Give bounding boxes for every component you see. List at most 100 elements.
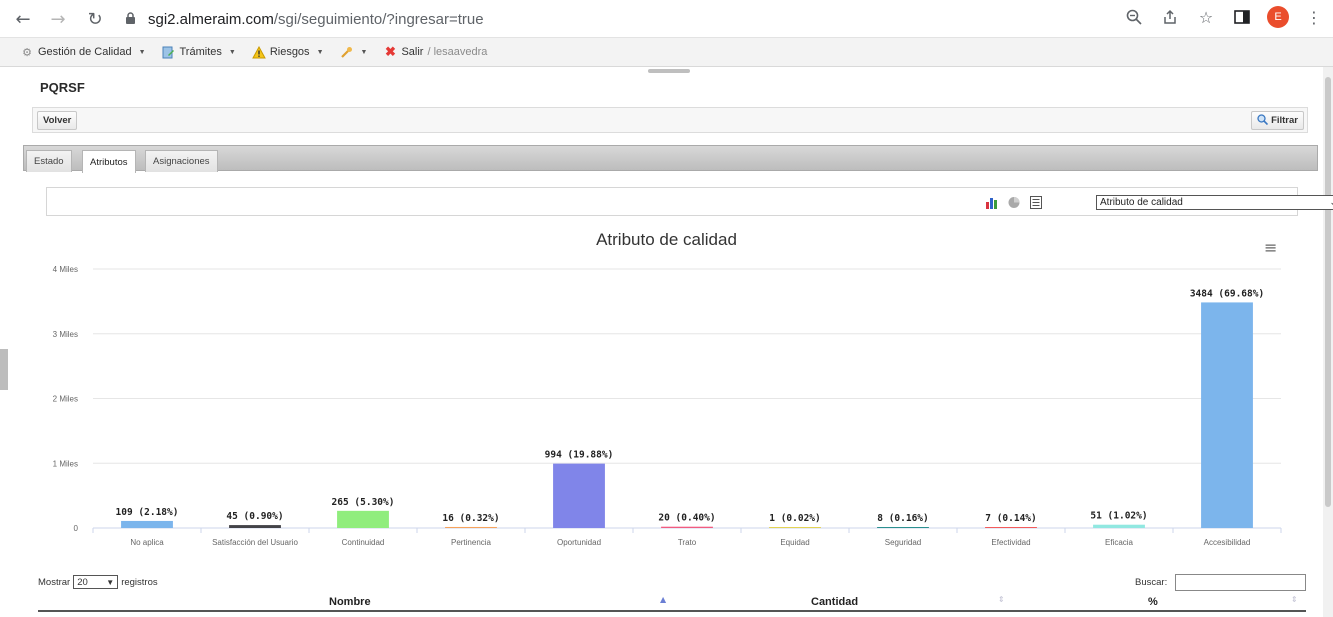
url-host: sgi2.almeraim.com <box>148 10 274 28</box>
column-percent[interactable]: % <box>1148 596 1158 608</box>
lock-icon <box>125 12 139 26</box>
data-label: 8 (0.16%) <box>877 513 928 524</box>
chevron-down-icon: ▼ <box>106 577 115 587</box>
menu-label: Salir <box>401 46 424 58</box>
sort-asc-icon[interactable]: ▲ <box>660 595 666 604</box>
wrench-icon <box>340 45 354 59</box>
x-tick-label: Trato <box>678 538 697 547</box>
filter-button[interactable]: Filtrar <box>1251 111 1304 130</box>
data-label: 3484 (69.68%) <box>1190 288 1264 299</box>
page-length-select[interactable]: 20 ▼ <box>73 575 119 589</box>
x-tick-label: Pertinencia <box>451 538 492 547</box>
data-label: 109 (2.18%) <box>116 507 179 518</box>
page-toolbar: Volver Filtrar <box>32 107 1308 133</box>
page-length-value: 20 <box>77 576 88 588</box>
bar[interactable] <box>877 527 929 528</box>
bar[interactable] <box>1201 302 1253 528</box>
back-button[interactable]: Volver <box>37 111 78 130</box>
menu-gestion-calidad[interactable]: ⚙ Gestión de Calidad ▼ <box>20 45 146 59</box>
x-tick-label: Equidad <box>780 538 809 547</box>
search-icon <box>1257 113 1269 128</box>
data-label: 45 (0.90%) <box>226 511 283 522</box>
menu-tramites[interactable]: Trámites ▼ <box>162 45 236 59</box>
y-tick-label: 0 <box>74 524 79 533</box>
share-icon[interactable] <box>1159 6 1181 28</box>
bar-chart: 0 1 Miles 2 Miles 3 Miles 4 Miles 109 (2.18%… <box>53 265 1282 547</box>
attribute-select[interactable]: Atributo de calidad ⌄ <box>1096 195 1333 210</box>
show-suffix: registros <box>121 576 158 588</box>
bar[interactable] <box>769 527 821 528</box>
table-view-icon[interactable] <box>1030 196 1044 209</box>
search-label: Buscar: <box>1135 577 1168 588</box>
caret-down-icon: ▼ <box>228 48 236 56</box>
close-icon: ✖ <box>384 44 396 59</box>
tab-bar: Estado Atributos Asignaciones <box>23 145 1318 173</box>
chart-title: Atributo de calidad <box>596 230 737 249</box>
reload-icon[interactable]: ↻ <box>83 7 107 31</box>
menu-label: Gestión de Calidad <box>38 46 132 58</box>
drag-handle[interactable] <box>648 69 690 73</box>
column-cantidad[interactable]: Cantidad <box>811 596 858 608</box>
browser-toolbar: ← → ↻ sgi2.almeraim.com/sgi/seguimiento/… <box>0 0 1333 38</box>
x-tick-label: Efectividad <box>991 538 1030 547</box>
data-label: 265 (5.30%) <box>332 497 395 508</box>
menu-riesgos[interactable]: Riesgos ▼ <box>251 45 324 59</box>
bar[interactable] <box>445 526 497 528</box>
x-tick-label: Oportunidad <box>557 538 601 547</box>
data-label: 20 (0.40%) <box>658 513 715 524</box>
data-label: 994 (19.88%) <box>545 450 614 461</box>
data-label: 51 (1.02%) <box>1090 511 1147 522</box>
pie-chart-icon[interactable] <box>1007 196 1021 209</box>
table-header: Nombre ▲ Cantidad ⇕ % ⇕ <box>38 591 1306 612</box>
search-input[interactable] <box>1175 574 1306 591</box>
bar[interactable] <box>1093 524 1145 528</box>
column-nombre[interactable]: Nombre <box>329 596 371 608</box>
sort-icon[interactable]: ⇕ <box>1291 595 1298 604</box>
more-menu-icon[interactable]: ⋮ <box>1303 6 1325 28</box>
chevron-down-icon: ⌄ <box>1329 197 1333 208</box>
tab-atributos[interactable]: Atributos <box>82 150 136 173</box>
attribute-select-value: Atributo de calidad <box>1100 197 1183 208</box>
bar[interactable] <box>229 525 281 528</box>
y-tick-label: 1 Miles <box>53 459 78 468</box>
back-arrow-icon[interactable]: ← <box>11 7 35 31</box>
zoom-icon[interactable] <box>1123 6 1145 28</box>
tab-estado[interactable]: Estado <box>26 150 72 172</box>
y-tick-label: 2 Miles <box>53 395 78 404</box>
bar[interactable] <box>553 463 605 528</box>
x-tick-label: Eficacia <box>1105 538 1134 547</box>
x-tick-label: Satisfacción del Usuario <box>212 538 298 547</box>
tab-asignaciones[interactable]: Asignaciones <box>145 150 218 172</box>
bar-chart-icon[interactable] <box>985 196 999 209</box>
bar[interactable] <box>337 510 389 528</box>
forward-arrow-icon[interactable]: → <box>46 7 70 31</box>
y-tick-label: 3 Miles <box>53 330 78 339</box>
x-tick-label: No aplica <box>130 538 164 547</box>
filter-label: Filtrar <box>1271 115 1298 126</box>
url-path: /sgi/seguimiento/?ingresar=true <box>273 10 484 28</box>
page-title: PQRSF <box>40 80 85 95</box>
gear-icon: ⚙ <box>22 46 32 59</box>
menu-label: Trámites <box>179 46 222 58</box>
menu-salir[interactable]: ✖ Salir / lesaavedra <box>383 44 488 59</box>
x-tick-label: Continuidad <box>342 538 385 547</box>
side-panel-icon[interactable] <box>1231 6 1253 28</box>
data-label: 1 (0.02%) <box>769 513 820 524</box>
profile-avatar[interactable]: E <box>1267 6 1289 28</box>
caret-down-icon: ▼ <box>138 48 146 56</box>
caret-down-icon: ▼ <box>360 48 368 56</box>
current-user: / lesaavedra <box>427 46 488 58</box>
x-tick-label: Seguridad <box>885 538 921 547</box>
x-tick-label: Accesibilidad <box>1204 538 1251 547</box>
bar[interactable] <box>121 520 173 528</box>
bar[interactable] <box>985 527 1037 528</box>
bookmark-star-icon[interactable]: ☆ <box>1195 6 1217 28</box>
show-prefix: Mostrar <box>38 576 71 588</box>
warning-icon <box>251 45 266 59</box>
sort-icon[interactable]: ⇕ <box>998 595 1005 604</box>
bar[interactable] <box>661 526 713 528</box>
page-length-control: Mostrar 20 ▼ registros <box>38 575 158 589</box>
data-label: 16 (0.32%) <box>442 513 499 524</box>
address-bar[interactable]: sgi2.almeraim.com/sgi/seguimiento/?ingre… <box>125 5 484 33</box>
menu-herramientas[interactable]: ▼ <box>340 45 368 59</box>
